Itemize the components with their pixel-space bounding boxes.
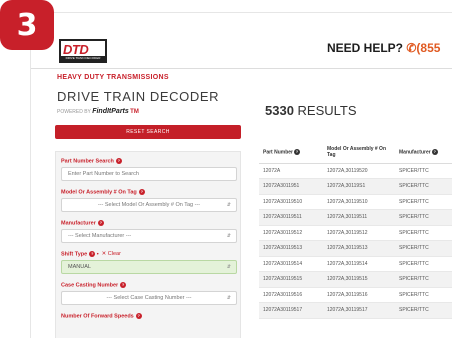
table-row[interactable]: 12072A30119514 12072A,30119514 SPICER/TTC: [259, 256, 452, 272]
part-number-input[interactable]: Enter Part Number to Search: [61, 167, 237, 181]
help-icon[interactable]: ?: [431, 148, 438, 155]
select-caret-icon: ⇵: [226, 264, 231, 270]
model-label: Model Or Assembly # On Tag?: [61, 189, 145, 196]
table-row[interactable]: 12072A30119512 12072A,30119512 SPICER/TTC: [259, 225, 452, 241]
results-count: 5330 RESULTS: [265, 103, 357, 118]
clear-shift-type-link[interactable]: ✕ Clear: [102, 251, 121, 257]
powered-by: POWERED BY FindItParts TM: [57, 108, 139, 115]
forward-speeds-label: Number Of Forward Speeds?: [61, 313, 142, 320]
logo-text: DTD: [63, 42, 89, 57]
help-icon[interactable]: ?: [138, 189, 145, 195]
help-icon[interactable]: ?: [97, 220, 104, 226]
results-table: Part Number? Model Or Assembly # On Tag …: [259, 141, 452, 319]
column-header[interactable]: Manufacturer?: [395, 141, 452, 164]
case-casting-label: Case Casting Number?: [61, 282, 127, 289]
close-icon: ✕: [101, 251, 107, 258]
model-select[interactable]: --- Select Model Or Assembly # On Tag --…: [61, 198, 237, 212]
finditparts-logo[interactable]: FindItParts: [92, 108, 129, 115]
help-icon[interactable]: ?: [135, 313, 142, 319]
table-row[interactable]: 12072A30119517 12072A,30119517 SPICER/TTC: [259, 302, 452, 319]
table-row[interactable]: 12072A30119516 12072A,30119516 SPICER/TTC: [259, 287, 452, 303]
select-caret-icon: ⇵: [226, 202, 231, 208]
column-header[interactable]: Part Number?: [259, 141, 323, 164]
site-header: DTD DRIVE TRAIN DECODER NEED HELP? ✆(855: [31, 13, 452, 69]
column-header[interactable]: Model Or Assembly # On Tag: [323, 141, 395, 164]
help-icon[interactable]: ?: [294, 148, 301, 155]
need-help-label: NEED HELP?: [327, 41, 404, 55]
select-caret-icon: ⇵: [226, 233, 231, 239]
select-caret-icon: ⇵: [226, 295, 231, 301]
case-casting-select[interactable]: --- Select Case Casting Number --- ⇵: [61, 291, 237, 305]
help-icon[interactable]: ?: [89, 251, 96, 257]
part-number-label: Part Number Search?: [61, 158, 122, 165]
table-row[interactable]: 12072A30119515 12072A,30119515 SPICER/TTC: [259, 271, 452, 288]
table-row[interactable]: 12072A30119513 12072A,30119513 SPICER/TTC: [259, 240, 452, 257]
brand-line: HEAVY DUTY TRANSMISSIONS: [57, 74, 169, 81]
manufacturer-label: Manufacturer?: [61, 220, 104, 227]
help-icon[interactable]: ?: [120, 282, 127, 288]
shift-type-select[interactable]: MANUAL ⇵: [61, 260, 237, 274]
table-header-row: Part Number? Model Or Assembly # On Tag …: [259, 141, 452, 164]
results-panel: 5330 RESULTS Part Number? Model Or Assem…: [257, 69, 452, 338]
table-row[interactable]: 12072A 12072A,30119520 SPICER/TTC: [259, 163, 452, 179]
table-row[interactable]: 12072A30119510 12072A,30119510 SPICER/TTC: [259, 194, 452, 210]
search-sidebar: HEAVY DUTY TRANSMISSIONS DRIVE TRAIN DEC…: [49, 69, 243, 338]
phone-number[interactable]: (855: [416, 41, 440, 55]
phone-icon: ✆: [406, 41, 417, 55]
reset-search-button[interactable]: RESET SEARCH: [55, 125, 241, 139]
table-row[interactable]: 12072A3011951 12072A,30119S1 SPICER/TTC: [259, 178, 452, 195]
logo-subtext: DRIVE TRAIN DECODER: [61, 56, 105, 61]
help-icon[interactable]: ?: [115, 158, 122, 164]
browser-page: DTD DRIVE TRAIN DECODER NEED HELP? ✆(855…: [30, 12, 452, 338]
manufacturer-select[interactable]: --- Select Manufacturer --- ⇵: [61, 229, 237, 243]
step-number-badge: 3: [0, 0, 54, 50]
table-row[interactable]: 12072A30119511 12072A,30119511 SPICER/TTC: [259, 209, 452, 226]
dtd-logo[interactable]: DTD DRIVE TRAIN DECODER: [59, 39, 107, 63]
need-help-link[interactable]: NEED HELP? ✆(855: [327, 41, 440, 55]
shift-type-label: Shift Type? • ✕ Clear: [61, 251, 121, 258]
filter-panel: Part Number Search? Enter Part Number to…: [55, 151, 241, 338]
page-title: DRIVE TRAIN DECODER: [57, 89, 220, 104]
